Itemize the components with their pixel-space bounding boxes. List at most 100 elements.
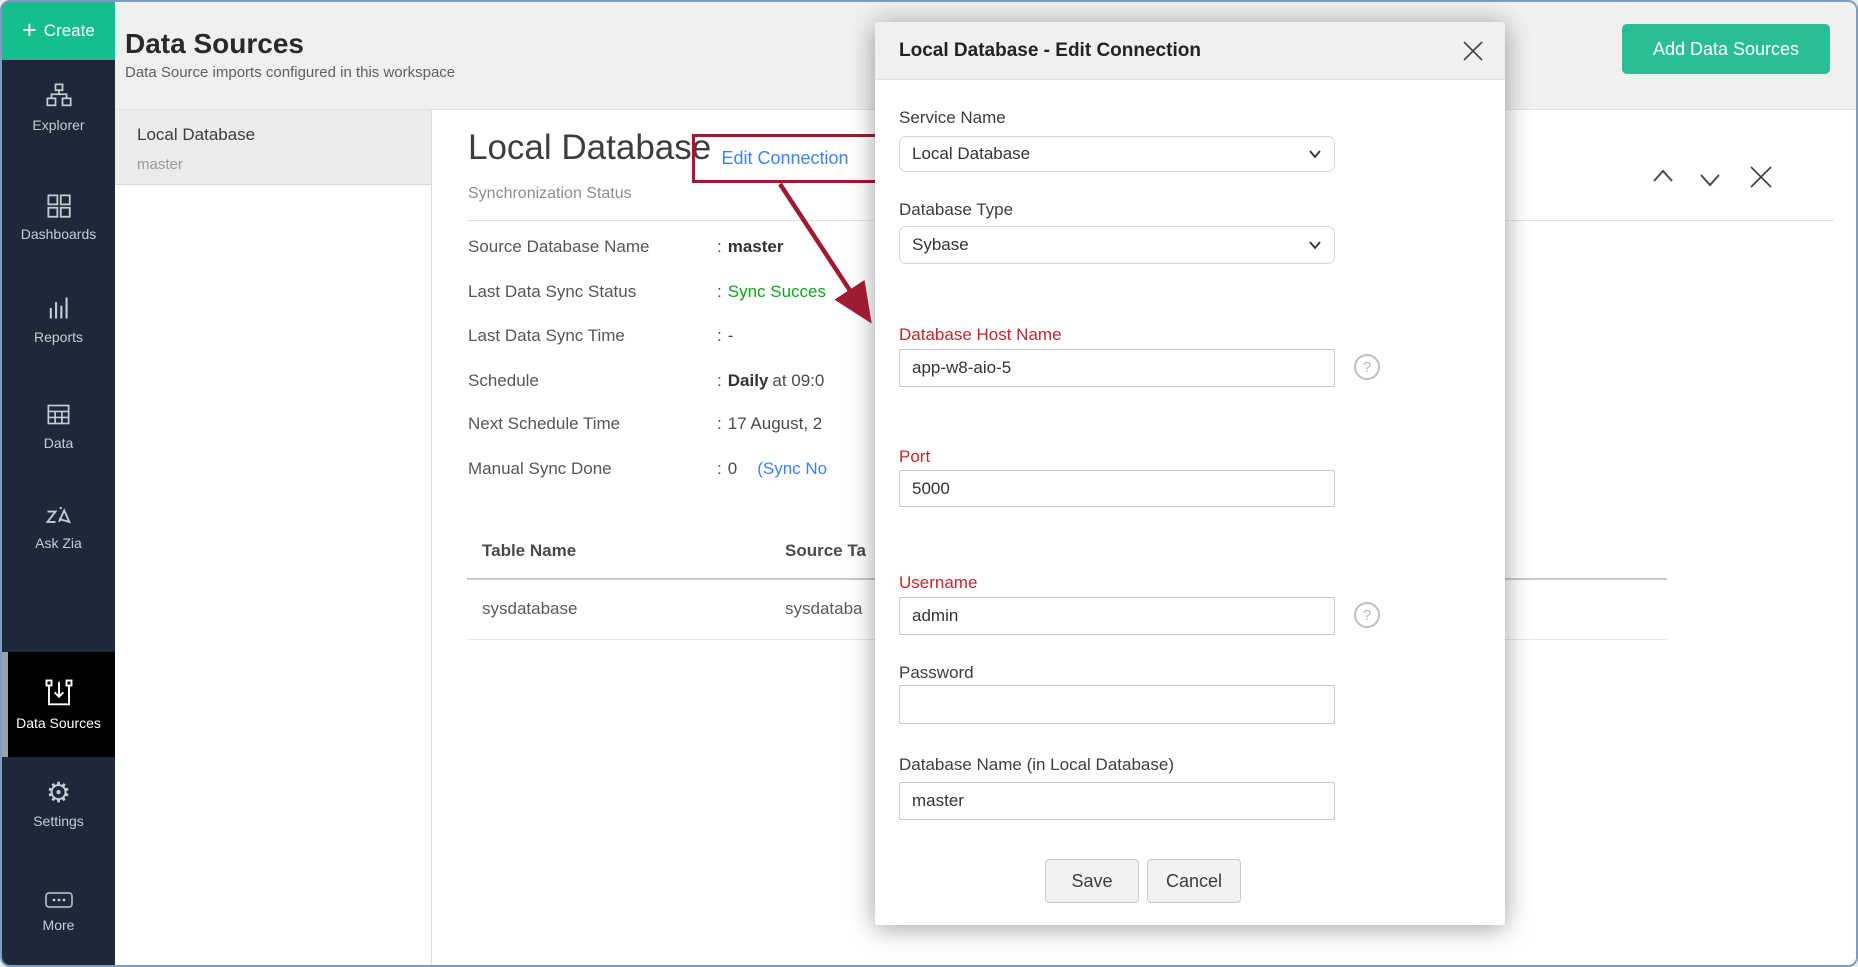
row-value: - [728, 326, 734, 345]
help-icon[interactable]: ? [1354, 602, 1380, 628]
port-label: Port [899, 447, 930, 467]
sidebar-item-label: Data [44, 435, 74, 451]
zia-icon [44, 502, 74, 528]
source-list-panel: Local Database master [115, 110, 432, 965]
row-label: Source Database Name [468, 237, 717, 257]
data-icon [45, 401, 72, 428]
row-label: Last Data Sync Time [468, 326, 717, 346]
detail-row: Manual Sync Done:0(Sync No [468, 459, 827, 481]
dashboards-icon [45, 192, 72, 219]
sidebar: + Create Explorer Dashboards Reports [2, 2, 115, 965]
add-data-sources-button[interactable]: Add Data Sources [1622, 24, 1830, 74]
database-host-name-label: Database Host Name [899, 325, 1062, 345]
password-input[interactable] [899, 685, 1335, 724]
detail-row: Source Database Name: master [468, 237, 784, 259]
help-glyph: ? [1363, 359, 1371, 376]
chevron-down-icon[interactable] [1699, 172, 1721, 188]
colon: : [717, 371, 722, 390]
row-value: 0 [728, 459, 737, 478]
password-label: Password [899, 663, 974, 683]
create-button-label: Create [44, 21, 95, 41]
data-sources-icon [44, 678, 74, 708]
sidebar-item-label: Data Sources [16, 715, 101, 731]
database-host-name-input[interactable] [899, 349, 1335, 387]
edit-connection-modal: Local Database - Edit Connection Service… [875, 22, 1505, 925]
sidebar-item-data-sources[interactable]: Data Sources [2, 652, 115, 757]
row-value-rest: at 09:0 [772, 371, 824, 390]
username-input[interactable] [899, 597, 1335, 635]
database-type-value: Sybase [912, 235, 969, 255]
source-name: Local Database [137, 125, 255, 145]
colon: : [717, 459, 722, 478]
sidebar-item-settings[interactable]: ⚙ Settings [2, 780, 115, 829]
database-type-select[interactable]: Sybase [899, 226, 1335, 264]
colon: : [717, 237, 722, 256]
sidebar-item-label: Ask Zia [35, 535, 82, 551]
detail-row: Next Schedule Time:17 August, 2 [468, 414, 822, 436]
modal-title: Local Database - Edit Connection [899, 22, 1201, 80]
save-button[interactable]: Save [1045, 859, 1139, 903]
create-button[interactable]: + Create [2, 2, 115, 60]
service-name-value: Local Database [912, 144, 1030, 164]
modal-header: Local Database - Edit Connection [875, 22, 1505, 80]
sidebar-item-more[interactable]: More [2, 890, 115, 933]
more-ellipsis-icon [44, 890, 74, 910]
detail-title: Local Database [468, 128, 711, 168]
chevron-up-icon[interactable] [1652, 168, 1674, 184]
sidebar-item-dashboards[interactable]: Dashboards [2, 192, 115, 242]
sidebar-item-label: Dashboards [21, 226, 97, 242]
app-window: + Create Explorer Dashboards Reports [0, 0, 1858, 967]
sidebar-item-label: Settings [33, 813, 84, 829]
table-cell-table-name[interactable]: sysdatabase [482, 599, 577, 619]
sidebar-item-reports[interactable]: Reports [2, 294, 115, 345]
table-column-header: Source Ta [785, 541, 866, 561]
row-value: Daily [728, 371, 769, 390]
active-indicator [2, 652, 8, 757]
table-column-header: Table Name [482, 541, 576, 561]
row-label: Last Data Sync Status [468, 282, 717, 302]
sidebar-item-label: Explorer [32, 117, 84, 133]
sync-status-section-label: Synchronization Status [468, 185, 632, 203]
database-type-label: Database Type [899, 200, 1013, 220]
table-cell-source-table: sysdataba [785, 599, 863, 619]
sidebar-item-explorer[interactable]: Explorer [2, 82, 115, 133]
service-name-select[interactable]: Local Database [899, 136, 1335, 172]
row-value-status: Sync Succes [728, 282, 826, 301]
cancel-button[interactable]: Cancel [1147, 859, 1241, 903]
sidebar-item-label: More [43, 917, 75, 933]
detail-row: Schedule: Dailyat 09:0 [468, 371, 824, 393]
modal-close-icon[interactable] [1459, 37, 1487, 65]
detail-row: Last Data Sync Status: Sync Succes [468, 282, 826, 304]
database-name-input[interactable] [899, 782, 1335, 820]
colon: : [717, 414, 722, 433]
row-value: master [728, 237, 784, 256]
select-chevron-icon [1308, 240, 1322, 250]
plus-icon: + [22, 18, 37, 43]
select-chevron-icon [1308, 149, 1322, 159]
edit-connection-link[interactable]: Edit Connection [721, 148, 848, 169]
sidebar-item-data[interactable]: Data [2, 401, 115, 451]
source-list-item[interactable]: Local Database master [115, 110, 431, 185]
row-label: Schedule [468, 371, 717, 391]
username-label: Username [899, 573, 977, 593]
reports-icon [45, 294, 73, 322]
source-database: master [137, 156, 183, 173]
port-input[interactable] [899, 470, 1335, 507]
sidebar-item-ask-zia[interactable]: Ask Zia [2, 502, 115, 551]
colon: : [717, 282, 722, 301]
page-title: Data Sources [125, 28, 304, 60]
annotation-highlight-box: Edit Connection [692, 134, 878, 183]
colon: : [717, 326, 722, 345]
row-label: Next Schedule Time [468, 414, 717, 434]
row-value: 17 August, 2 [728, 414, 823, 433]
close-detail-icon[interactable] [1747, 163, 1775, 191]
sync-now-link[interactable]: (Sync No [757, 459, 827, 478]
explorer-icon [45, 82, 73, 110]
help-icon[interactable]: ? [1354, 354, 1380, 380]
help-glyph: ? [1363, 607, 1371, 624]
sidebar-item-label: Reports [34, 329, 83, 345]
settings-gear-icon: ⚙ [46, 780, 71, 806]
page-subtitle: Data Source imports configured in this w… [125, 64, 455, 81]
database-name-label: Database Name (in Local Database) [899, 755, 1174, 775]
detail-row: Last Data Sync Time:- [468, 326, 733, 348]
